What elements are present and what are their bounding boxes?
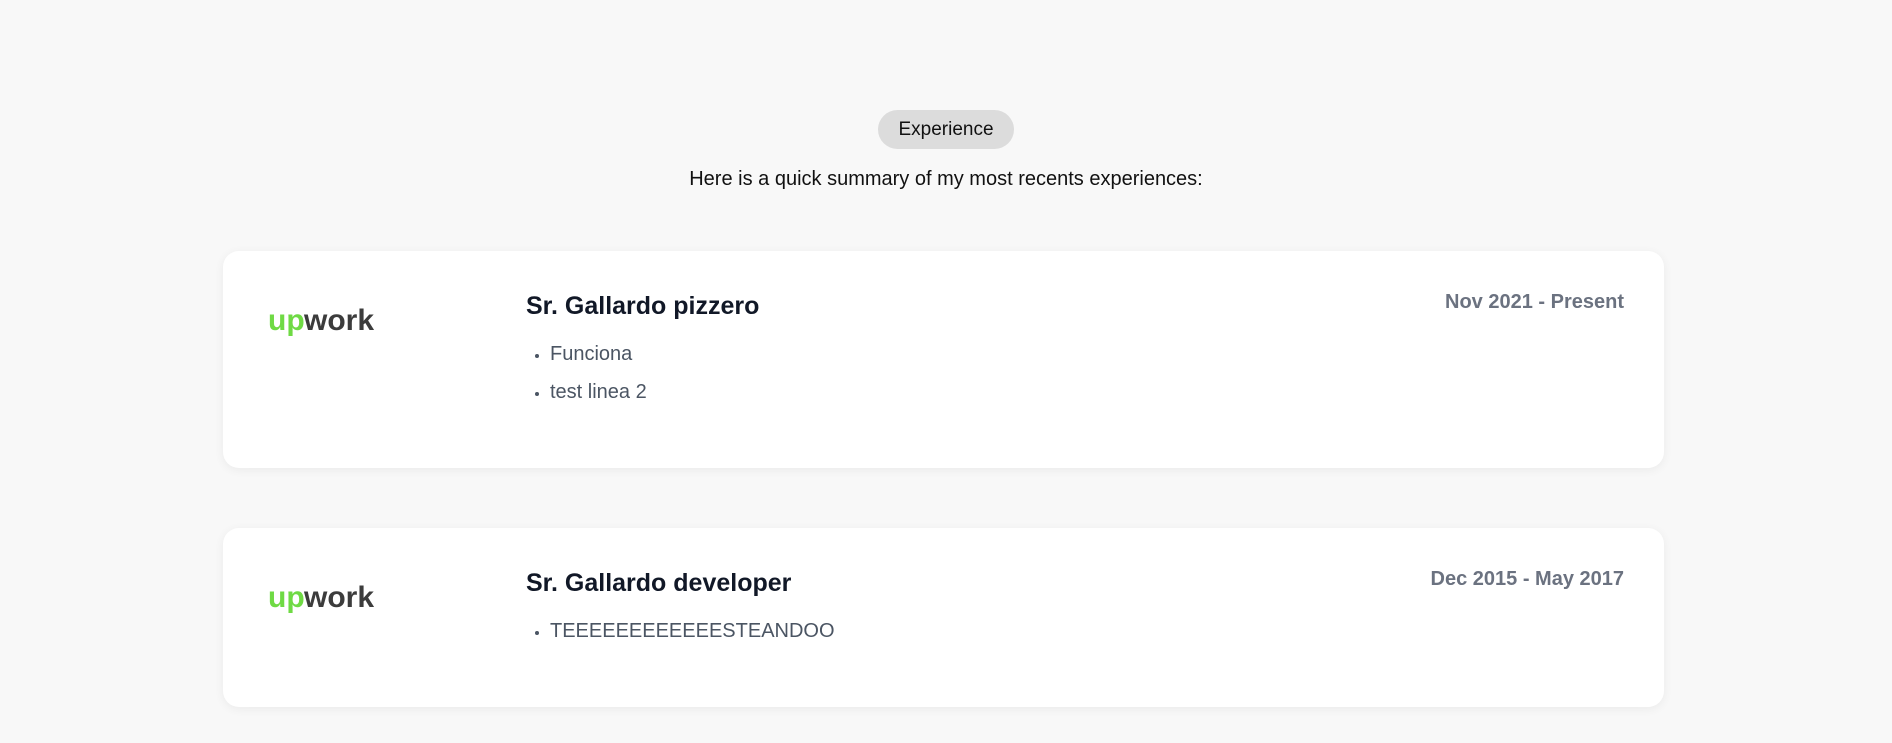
section-subtitle: Here is a quick summary of my most recen… xyxy=(689,168,1203,190)
list-item: TEEEEEEEEEEEESTEANDOO xyxy=(550,612,1624,650)
experience-bullets: TEEEEEEEEEEEESTEANDOO xyxy=(526,612,1624,650)
logo-work-text: work xyxy=(303,581,374,614)
list-item: test linea 2 xyxy=(550,373,1624,411)
badge-wrapper: Experience xyxy=(0,110,1892,149)
section-badge: Experience xyxy=(878,110,1014,149)
experience-dates: Dec 2015 - May 2017 xyxy=(1430,568,1624,590)
list-item: Funciona xyxy=(550,335,1624,373)
upwork-logo-icon: up work xyxy=(268,304,374,337)
upwork-logo-icon: up work xyxy=(268,581,374,614)
experience-card: up work Sr. Gallardo pizzero Funciona te… xyxy=(223,251,1664,468)
logo-up-text: up xyxy=(268,581,305,614)
logo-up-text: up xyxy=(268,304,305,337)
experience-section: Experience Here is a quick summary of my… xyxy=(0,0,1892,743)
experience-bullets: Funciona test linea 2 xyxy=(526,335,1624,411)
experience-card: up work Sr. Gallardo developer TEEEEEEEE… xyxy=(223,528,1664,707)
experience-dates: Nov 2021 - Present xyxy=(1445,291,1624,313)
logo-work-text: work xyxy=(303,304,374,337)
